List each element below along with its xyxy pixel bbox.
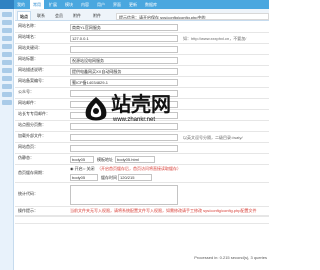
- notice-banner: 提示信息：请开启保存 sys/config/config.php中的: [116, 13, 269, 20]
- site-title-input[interactable]: 祝源站设电网服务: [70, 57, 178, 64]
- form-row-rewrite: 伪静态： body05 模板地址 body05.html: [15, 154, 269, 165]
- sidebar-item[interactable]: [2, 20, 12, 25]
- field-label: 网站域名：: [18, 34, 38, 39]
- cache-off-radio[interactable]: ○ 关闭: [83, 166, 95, 172]
- sidebar-item[interactable]: [2, 36, 12, 41]
- form-row-stats: 统计代码：: [15, 183, 269, 207]
- sidebar-item[interactable]: [2, 44, 12, 49]
- watermark-title: 站壳网: [111, 94, 171, 116]
- nav-item-common[interactable]: 常用: [30, 0, 44, 9]
- sidebar-item[interactable]: [2, 60, 12, 65]
- form-row-keywords: 网站关键词：: [15, 44, 269, 55]
- external-files-input[interactable]: [70, 134, 178, 141]
- sidebar-item[interactable]: [2, 92, 12, 97]
- cache-on-label: 开启: [74, 166, 83, 171]
- cache-hint: （开启首页缓存后，首页访问将直接读取缓存）: [97, 166, 181, 171]
- nav-item-user[interactable]: 用户: [94, 0, 108, 9]
- field-label: 网站标题：: [18, 56, 38, 61]
- watermark-subtitle: www.zhankr.net: [113, 117, 156, 123]
- field-label: 网站名称：: [18, 23, 38, 28]
- icp-input[interactable]: 蜀ICP备14034829-1: [70, 79, 178, 86]
- site-description-input[interactable]: 提供电鑫网买XX自动网服务: [70, 68, 178, 75]
- tab-member[interactable]: 会员: [53, 11, 65, 20]
- tab-contact[interactable]: 联系: [35, 11, 47, 20]
- sidebar-item[interactable]: [2, 76, 12, 81]
- form-row-site-description: 网站描述说明： 提供电鑫网买XX自动网服务: [15, 66, 269, 77]
- form-row-site-title: 网站标题： 祝源站设电网服务: [15, 55, 269, 66]
- processed-info: Processed in: 0.215 second(s), 3 queries: [194, 255, 267, 260]
- settings-tabs: 站点 联系 会员 附件 附件 提示信息：请开启保存 sys/config/con…: [15, 9, 269, 21]
- keywords-input[interactable]: [70, 46, 178, 53]
- field-label: 伪静态：: [18, 155, 34, 160]
- form-row-site-domain: 网站域名： 127.0.0.1 如：http://www.xxxphxl.cn，…: [15, 33, 269, 44]
- field-label: 公众号：: [18, 89, 34, 94]
- tip-text: 当前文件夹无写入权限，请将系统配置文件写入权限，如需修改请手工修改 sys/co…: [70, 208, 257, 213]
- field-label: 网站备案编号：: [18, 78, 46, 83]
- domain-hint: 如：http://www.xxxphxl.cn，不要加/: [183, 36, 247, 41]
- top-nav-bar: 我的 常用 扩展 模块 内容 用户 界面 更新 数据库: [0, 0, 269, 9]
- form-row-home: 网站首页：: [15, 143, 269, 154]
- top-nav: 我的 常用 扩展 模块 内容 用户 界面 更新 数据库: [14, 0, 162, 9]
- form-row-cache: 首页缓存周期： ◉ 开启 ○ 关闭 （开启首页缓存后，首页访问将直接读取缓存） …: [15, 165, 269, 183]
- stats-textarea[interactable]: [70, 185, 178, 205]
- shell-logo-icon: [85, 97, 107, 121]
- nav-item-module[interactable]: 模块: [62, 0, 76, 9]
- watermark: 站壳网 www.zhankr.net: [83, 94, 193, 128]
- main-content: 站点 联系 会员 附件 附件 提示信息：请开启保存 sys/config/con…: [15, 9, 269, 270]
- cache-time-input[interactable]: 120/215: [118, 174, 152, 181]
- nav-item-content[interactable]: 内容: [78, 0, 92, 9]
- nav-item-interface[interactable]: 界面: [110, 0, 124, 9]
- rewrite-suffix-label: 模板地址: [97, 157, 113, 162]
- form-row-icp: 网站备案编号： 蜀ICP备14034829-1: [15, 77, 269, 88]
- field-label: 网站首页：: [18, 144, 38, 149]
- cache-off-label: 关闭: [86, 166, 95, 171]
- field-label: 加载外部文件：: [18, 133, 46, 138]
- sidebar-item[interactable]: [2, 28, 12, 33]
- form-row-external-files: 加载外部文件： 以英文逗号分隔，二级目录:/waty/: [15, 132, 269, 143]
- sidebar: [0, 9, 14, 270]
- sidebar-item[interactable]: [2, 52, 12, 57]
- field-label: 首页缓存周期：: [18, 170, 46, 175]
- nav-item-database[interactable]: 数据库: [142, 0, 160, 9]
- rewrite-suffix-input[interactable]: body05.html: [115, 156, 155, 163]
- sidebar-item[interactable]: [2, 84, 12, 89]
- tab-attachment-2[interactable]: 附件: [91, 11, 103, 20]
- nav-item-extend[interactable]: 扩展: [46, 0, 60, 9]
- tab-attachment[interactable]: 附件: [71, 11, 83, 20]
- rewrite-select[interactable]: body05: [70, 156, 94, 163]
- field-label: 操作提示：: [18, 208, 38, 213]
- nav-item-update[interactable]: 更新: [126, 0, 140, 9]
- sidebar-item[interactable]: [2, 68, 12, 73]
- cache-time-label: 缓存时间: [101, 175, 117, 180]
- nav-item-mine[interactable]: 我的: [14, 0, 28, 9]
- form-footer: [15, 215, 269, 224]
- sidebar-item[interactable]: [2, 100, 12, 105]
- field-label: 网站关键词：: [18, 45, 42, 50]
- site-name-input[interactable]: 商商YL官网服务: [70, 24, 178, 31]
- tab-site[interactable]: 站点: [17, 11, 31, 20]
- cache-select[interactable]: body05: [70, 174, 98, 181]
- field-label: 统计代码：: [18, 191, 38, 196]
- form-row-site-name: 网站名称： 商商YL官网服务: [15, 22, 269, 33]
- field-label: 网站邮件：: [18, 100, 38, 105]
- external-files-hint: 以英文逗号分隔，二级目录:/waty/: [183, 135, 243, 140]
- field-label: 站点图分页数：: [18, 122, 46, 127]
- field-label: 网站描述说明：: [18, 67, 46, 72]
- site-domain-input[interactable]: 127.0.0.1: [70, 35, 178, 42]
- home-input[interactable]: [70, 145, 178, 152]
- field-label: 站长专专用邮件：: [18, 111, 50, 116]
- cache-on-radio[interactable]: ◉ 开启: [70, 166, 83, 172]
- sidebar-item[interactable]: [2, 12, 12, 17]
- brand-logo: [0, 0, 14, 9]
